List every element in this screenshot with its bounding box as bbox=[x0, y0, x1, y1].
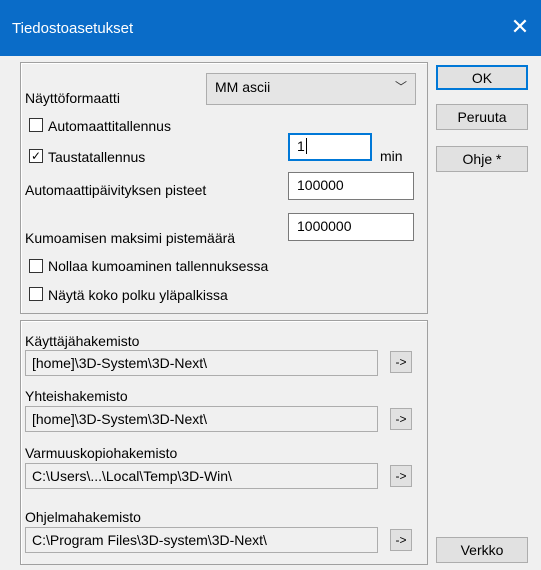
directory-label: Käyttäjähakemisto bbox=[25, 333, 140, 349]
browse-button-label: -> bbox=[395, 355, 407, 369]
show-full-path-label: Näytä koko polku yläpalkissa bbox=[48, 287, 228, 303]
network-button-label: Verkko bbox=[460, 542, 504, 558]
background-save-checkbox[interactable]: ✓ bbox=[29, 149, 43, 163]
help-button[interactable]: Ohje * bbox=[436, 146, 528, 172]
show-full-path-checkbox[interactable] bbox=[29, 287, 43, 301]
directory-path: C:\Users\...\Local\Temp\3D-Win\ bbox=[32, 468, 232, 484]
browse-shared-directory-button[interactable]: -> bbox=[390, 408, 412, 430]
background-save-label: Taustatallennus bbox=[48, 149, 146, 165]
user-directory-field[interactable]: [home]\3D-System\3D-Next\ bbox=[25, 350, 378, 376]
backup-directory-field[interactable]: C:\Users\...\Local\Temp\3D-Win\ bbox=[25, 463, 378, 489]
autosave-checkbox[interactable] bbox=[29, 118, 43, 132]
title-bar: Tiedostoasetukset ✕ bbox=[0, 0, 541, 56]
display-format-label: Näyttöformaatti bbox=[25, 90, 120, 106]
undo-max-points-label: Kumoamisen maksimi pistemäärä bbox=[25, 230, 236, 246]
directory-path: C:\Program Files\3D-system\3D-Next\ bbox=[32, 532, 267, 548]
browse-backup-directory-button[interactable]: -> bbox=[390, 465, 412, 487]
background-save-interval-input[interactable]: 1 bbox=[288, 133, 372, 161]
file-settings-dialog: Tiedostoasetukset ✕ Näyttöformaatti MM a… bbox=[0, 0, 541, 570]
auto-update-points-value: 100000 bbox=[297, 177, 344, 193]
browse-button-label: -> bbox=[395, 533, 407, 547]
directory-label: Yhteishakemisto bbox=[25, 388, 128, 404]
cancel-button-label: Peruuta bbox=[457, 109, 507, 125]
directory-label: Varmuuskopiohakemisto bbox=[25, 445, 178, 461]
auto-update-points-input[interactable]: 100000 bbox=[288, 172, 414, 200]
directory-path: [home]\3D-System\3D-Next\ bbox=[32, 411, 208, 427]
browse-button-label: -> bbox=[395, 469, 407, 483]
undo-max-points-value: 1000000 bbox=[297, 218, 352, 234]
browse-program-directory-button[interactable]: -> bbox=[390, 529, 412, 551]
program-directory-field[interactable]: C:\Program Files\3D-system\3D-Next\ bbox=[25, 527, 378, 553]
ok-button[interactable]: OK bbox=[436, 65, 528, 90]
interval-unit-label: min bbox=[380, 148, 403, 164]
directory-path: [home]\3D-System\3D-Next\ bbox=[32, 355, 208, 371]
background-save-interval-value: 1 bbox=[297, 138, 305, 154]
autosave-label: Automaattitallennus bbox=[48, 118, 171, 134]
network-button[interactable]: Verkko bbox=[436, 537, 528, 563]
browse-button-label: -> bbox=[395, 412, 407, 426]
help-button-label: Ohje * bbox=[462, 151, 502, 167]
display-format-value: MM ascii bbox=[215, 79, 271, 95]
display-format-select[interactable]: MM ascii ﹀ bbox=[206, 73, 416, 105]
chevron-down-icon: ﹀ bbox=[394, 80, 407, 94]
cancel-button[interactable]: Peruuta bbox=[436, 104, 528, 130]
dialog-title: Tiedostoasetukset bbox=[12, 20, 134, 37]
close-icon[interactable]: ✕ bbox=[503, 10, 537, 44]
directory-label: Ohjelmahakemisto bbox=[25, 509, 141, 525]
reset-undo-on-save-label: Nollaa kumoaminen tallennuksessa bbox=[48, 258, 269, 274]
undo-max-points-input[interactable]: 1000000 bbox=[288, 213, 414, 241]
ok-button-label: OK bbox=[471, 69, 493, 86]
shared-directory-field[interactable]: [home]\3D-System\3D-Next\ bbox=[25, 406, 378, 432]
browse-user-directory-button[interactable]: -> bbox=[390, 351, 412, 373]
auto-update-points-label: Automaattipäivityksen pisteet bbox=[25, 182, 207, 198]
reset-undo-on-save-checkbox[interactable] bbox=[29, 259, 43, 273]
